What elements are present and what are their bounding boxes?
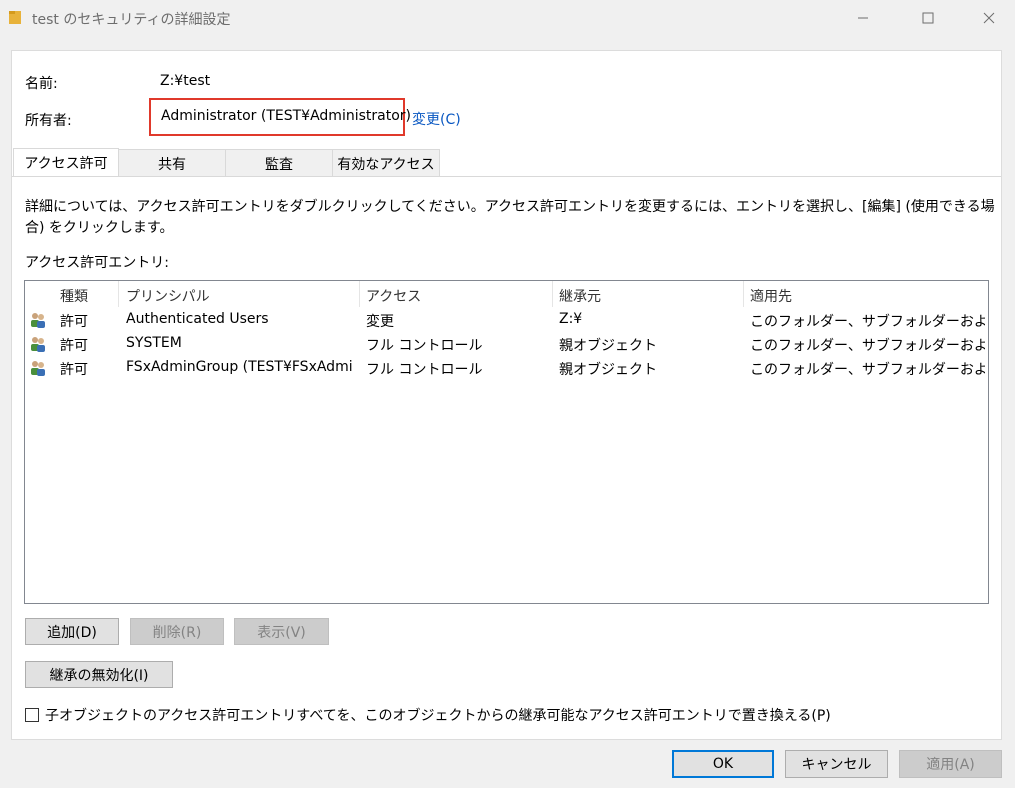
column-header-type[interactable]: 種類 [60,286,88,306]
column-separator[interactable] [552,281,553,307]
disable-inheritance-button[interactable]: 継承の無効化(I) [25,661,173,688]
owner-highlight-box: Administrator (TEST¥Administrator) [149,98,411,136]
row-type: 許可 [60,338,88,354]
row-inherited-from: Z:¥ [559,311,583,327]
users-group-icon [31,313,45,328]
table-row[interactable]: 許可 SYSTEM フル コントロール 親オブジェクト このフォルダー、サブフォ… [25,332,988,356]
column-separator[interactable] [118,281,119,307]
permission-entries-list[interactable]: 種類 プリンシパル アクセス 継承元 適用先 許可 Authenticated … [24,280,989,604]
tab-label: 共有 [158,157,186,173]
list-header: 種類 プリンシパル アクセス 継承元 適用先 [25,281,988,307]
row-type: 許可 [60,314,88,330]
tab-label: 有効なアクセス [337,157,435,173]
remove-button[interactable]: 削除(R) [130,618,224,645]
row-applies-to: このフォルダー、サブフォルダーおよびファ... [750,314,985,330]
owner-label: 所有者: [25,113,72,129]
description-text: 詳細については、アクセス許可エントリをダブルクリックしてください。アクセス許可エ… [25,199,995,236]
view-button[interactable]: 表示(V) [234,618,329,645]
ok-button[interactable]: OK [672,750,774,778]
apply-button[interactable]: 適用(A) [899,750,1002,778]
row-inherited-from: 親オブジェクト [559,362,657,378]
row-access: 変更 [366,314,394,330]
maximize-button[interactable] [905,0,951,36]
users-group-icon [31,337,45,352]
tab-divider [12,176,1001,177]
minimize-icon [858,17,868,19]
tab-permissions[interactable]: アクセス許可 [13,148,119,177]
replace-child-permissions-label[interactable]: 子オブジェクトのアクセス許可エントリすべてを、このオブジェクトからの継承可能なア… [45,705,831,725]
column-header-principal[interactable]: プリンシパル [126,286,210,306]
maximize-icon [922,12,934,24]
add-button[interactable]: 追加(D) [25,618,119,645]
column-header-applies-to[interactable]: 適用先 [750,286,792,306]
owner-value: Administrator (TEST¥Administrator) [161,108,411,124]
tab-label: 監査 [265,157,293,173]
replace-child-permissions-checkbox[interactable] [25,708,39,722]
row-principal: SYSTEM [126,335,182,351]
tab-effective-access[interactable]: 有効なアクセス [332,149,440,176]
row-applies-to: このフォルダー、サブフォルダーおよびファ... [750,362,985,378]
column-header-inherited-from[interactable]: 継承元 [559,286,601,306]
column-separator[interactable] [359,281,360,307]
folder-icon [9,11,21,24]
tab-auditing[interactable]: 監査 [225,149,333,176]
minimize-button[interactable] [840,0,886,36]
window-title: test のセキュリティの詳細設定 [32,12,231,28]
row-principal: Authenticated Users [126,311,269,327]
name-value: Z:¥test [160,73,211,89]
tab-label: アクセス許可 [24,156,108,172]
column-header-access[interactable]: アクセス [366,286,421,306]
row-type: 許可 [60,362,88,378]
cancel-button[interactable]: キャンセル [785,750,888,778]
close-button[interactable] [966,0,1012,36]
entries-label: アクセス許可エントリ: [25,255,170,271]
main-panel: 名前: Z:¥test 所有者: Administrator (TEST¥Adm… [11,50,1002,740]
row-access: フル コントロール [366,362,483,378]
row-inherited-from: 親オブジェクト [559,338,657,354]
name-label: 名前: [25,76,58,92]
users-group-icon [31,361,45,376]
close-icon [983,12,995,24]
title-bar: test のセキュリティの詳細設定 [0,0,1015,36]
table-row[interactable]: 許可 FSxAdminGroup (TEST¥FSxAdmi... フル コント… [25,356,988,380]
tab-sharing[interactable]: 共有 [118,149,226,176]
row-access: フル コントロール [366,338,483,354]
row-applies-to: このフォルダー、サブフォルダーおよびファ... [750,338,985,354]
column-separator[interactable] [743,281,744,307]
row-principal: FSxAdminGroup (TEST¥FSxAdmi... [126,359,354,375]
owner-change-link[interactable]: 変更(C) [412,109,461,129]
table-row[interactable]: 許可 Authenticated Users 変更 Z:¥ このフォルダー、サブ… [25,308,988,332]
